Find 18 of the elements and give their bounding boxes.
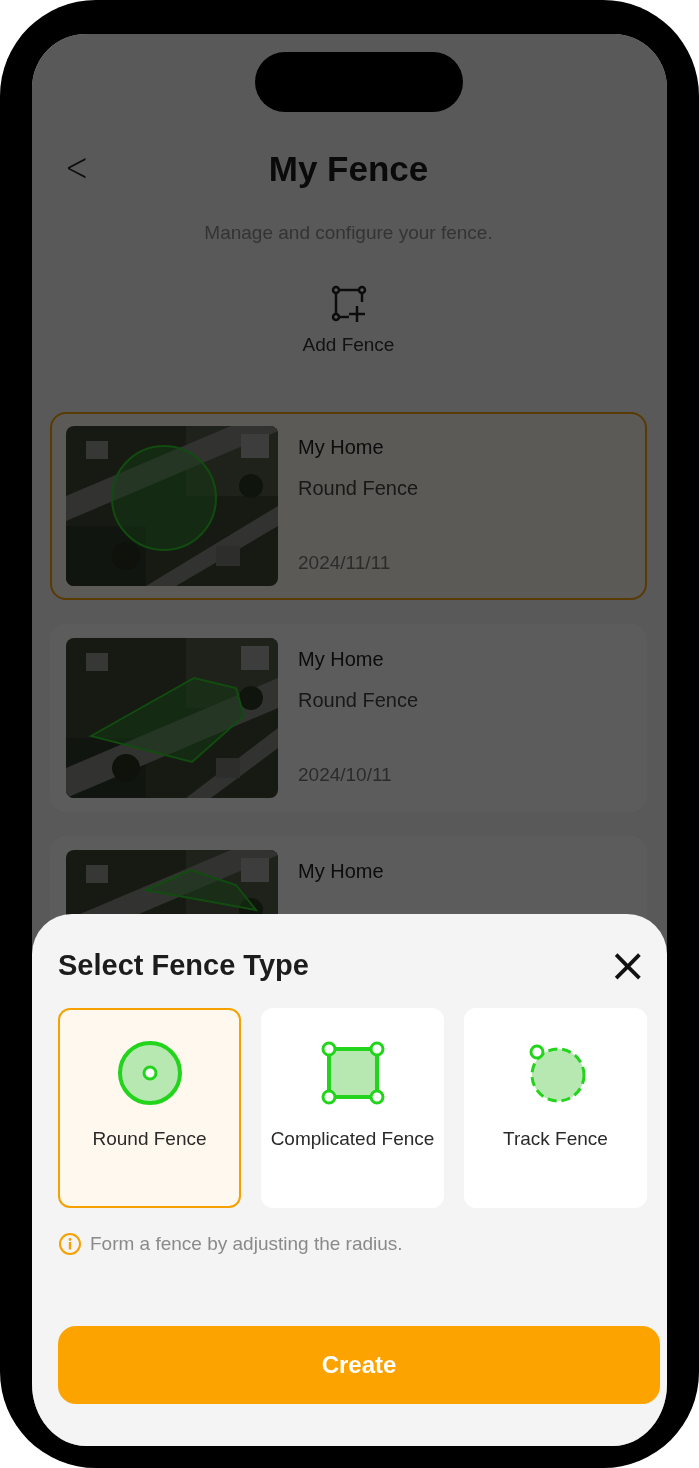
fence-name: My Home xyxy=(298,436,385,459)
add-fence-button[interactable]: Add Fence xyxy=(302,284,395,356)
fence-name: My Home xyxy=(298,860,384,883)
square-nodes-icon xyxy=(319,1040,386,1106)
info-icon xyxy=(58,1232,82,1256)
fence-type-option[interactable]: Track Fence xyxy=(464,1008,647,1208)
fence-type: Round Fence xyxy=(298,477,419,500)
sheet-title: Select Fence Type xyxy=(58,948,309,982)
circle-target-icon xyxy=(116,1040,183,1106)
fence-type-option[interactable]: Complicated Fence xyxy=(261,1008,444,1208)
fence-name: My Home xyxy=(298,648,385,671)
create-button[interactable]: Create xyxy=(58,1326,660,1404)
hint-text: Form a fence by adjusting the radius. xyxy=(90,1233,403,1255)
fence-type: Round Fence xyxy=(298,689,419,712)
fence-type-option[interactable]: Round Fence xyxy=(58,1008,241,1208)
back-button[interactable]: < xyxy=(59,144,95,190)
close-button[interactable]: × xyxy=(604,942,651,988)
page-title: My Fence xyxy=(268,149,429,189)
